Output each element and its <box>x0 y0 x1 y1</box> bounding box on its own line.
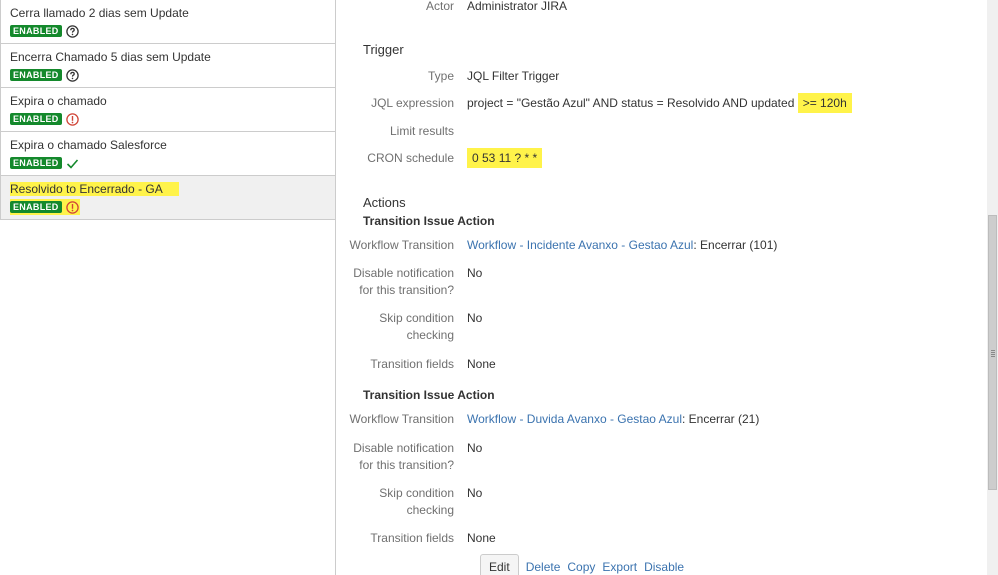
action-title: Transition Issue Action <box>363 388 495 402</box>
status-badge: ENABLED <box>10 69 62 81</box>
skip-condition-value: No <box>467 311 483 325</box>
disable-notification-value: No <box>467 441 483 455</box>
jql-text: project = "Gestão Azul" AND status = Res… <box>467 96 798 110</box>
copy-link[interactable]: Copy <box>567 554 595 575</box>
disable-notification-label: Disable notification for this transition? <box>337 440 467 474</box>
actor-row: Actor Administrator JIRA <box>337 0 567 15</box>
rule-item[interactable]: Expira o chamado ENABLED <box>0 88 335 132</box>
workflow-value: Workflow - Duvida Avanxo - Gestao Azul: … <box>467 411 759 428</box>
highlighted-rule-name: Resolvido to Encerrado - GA <box>10 182 179 196</box>
rule-status: ENABLED <box>10 111 335 127</box>
label-line: Skip condition <box>379 311 454 325</box>
actor-label: Actor <box>425 0 454 13</box>
skip-condition-label: Skip condition checking <box>337 485 467 519</box>
rule-name: Expira o chamado Salesforce <box>10 138 167 152</box>
limit-row: Limit results <box>337 123 467 140</box>
rule-status: ENABLED <box>10 67 335 83</box>
jql-label: JQL expression <box>371 96 454 110</box>
edit-button[interactable]: Edit <box>480 554 519 575</box>
transition-fields-label: Transition fields <box>370 531 454 545</box>
status-badge: ENABLED <box>10 113 62 125</box>
rule-name: Encerra Chamado 5 dias sem Update <box>10 50 211 64</box>
cron-label: CRON schedule <box>367 151 454 165</box>
rule-status: ENABLED <box>10 155 335 171</box>
trigger-type-row: Type JQL Filter Trigger <box>337 68 559 85</box>
rule-detail-panel: Actor Administrator JIRA Trigger Type JQ… <box>337 0 987 575</box>
transition-fields-label: Transition fields <box>370 357 454 371</box>
rule-name: Resolvido to Encerrado - GA <box>10 182 335 197</box>
rule-action-buttons: Edit Delete Copy Export Disable <box>480 554 684 575</box>
jql-value: project = "Gestão Azul" AND status = Res… <box>467 93 852 113</box>
scrollbar-thumb[interactable] <box>988 215 997 490</box>
limit-label: Limit results <box>389 124 454 138</box>
help-icon <box>65 68 79 82</box>
workflow-row: Workflow Transition Workflow - Duvida Av… <box>337 411 760 428</box>
jql-row: JQL expression project = "Gestão Azul" A… <box>337 93 852 113</box>
vertical-scrollbar[interactable] <box>987 0 998 575</box>
actor-value: Administrator JIRA <box>467 0 568 13</box>
workflow-transition: : Encerrar (101) <box>693 238 778 252</box>
disable-notification-row: Disable notification for this transition?… <box>337 440 482 474</box>
transition-fields-value: None <box>467 357 496 371</box>
workflow-transition: : Encerrar (21) <box>682 412 760 426</box>
rule-status: ENABLED <box>10 199 80 215</box>
cron-highlight: 0 53 11 ? * * <box>467 148 543 168</box>
skip-condition-value: No <box>467 486 483 500</box>
rule-item[interactable]: Cerra llamado 2 dias sem Update ENABLED <box>0 0 335 44</box>
workflow-label: Workflow Transition <box>349 412 454 426</box>
label-line: checking <box>406 328 454 342</box>
scrollbar-grip <box>991 350 995 358</box>
disable-notification-label: Disable notification for this transition? <box>337 265 467 299</box>
rule-item[interactable]: Encerra Chamado 5 dias sem Update ENABLE… <box>0 44 335 88</box>
label-line: for this transition? <box>359 283 454 297</box>
label-line: checking <box>406 503 454 517</box>
trigger-heading: Trigger <box>363 42 404 57</box>
jql-highlight: >= 120h <box>797 93 852 113</box>
trigger-type-value: JQL Filter Trigger <box>467 69 560 83</box>
help-icon <box>65 24 79 38</box>
label-line: Skip condition <box>379 486 454 500</box>
transition-fields-value: None <box>467 531 496 545</box>
error-icon <box>65 200 79 214</box>
rule-name: Expira o chamado <box>10 94 107 108</box>
delete-link[interactable]: Delete <box>526 554 561 575</box>
action-title: Transition Issue Action <box>363 214 495 228</box>
cron-value: 0 53 11 ? * * <box>467 148 543 168</box>
skip-condition-row: Skip condition checking No <box>337 310 482 344</box>
actions-heading: Actions <box>363 195 406 210</box>
workflow-link[interactable]: Workflow - Duvida Avanxo - Gestao Azul <box>467 412 682 426</box>
status-badge: ENABLED <box>10 201 62 213</box>
trigger-type-label: Type <box>427 69 454 83</box>
disable-notification-row: Disable notification for this transition?… <box>337 265 482 299</box>
workflow-label: Workflow Transition <box>349 238 454 252</box>
rule-name: Cerra llamado 2 dias sem Update <box>10 6 189 20</box>
label-line: Disable notification <box>353 266 454 280</box>
label-line: for this transition? <box>359 458 454 472</box>
skip-condition-row: Skip condition checking No <box>337 485 482 519</box>
transition-fields-row: Transition fields None <box>337 530 496 547</box>
status-badge: ENABLED <box>10 157 62 169</box>
skip-condition-label: Skip condition checking <box>337 310 467 344</box>
error-icon <box>65 112 79 126</box>
check-icon <box>66 157 79 170</box>
rule-list: Cerra llamado 2 dias sem Update ENABLED … <box>0 0 336 575</box>
disable-link[interactable]: Disable <box>644 554 684 575</box>
rule-item[interactable]: Expira o chamado Salesforce ENABLED <box>0 132 335 176</box>
rule-item-selected[interactable]: Resolvido to Encerrado - GA ENABLED <box>0 176 335 220</box>
workflow-row: Workflow Transition Workflow - Incidente… <box>337 237 778 254</box>
transition-fields-row: Transition fields None <box>337 356 496 373</box>
workflow-value: Workflow - Incidente Avanxo - Gestao Azu… <box>467 237 777 254</box>
export-link[interactable]: Export <box>602 554 637 575</box>
automation-rule-page: Cerra llamado 2 dias sem Update ENABLED … <box>0 0 998 575</box>
status-badge: ENABLED <box>10 25 62 37</box>
workflow-link[interactable]: Workflow - Incidente Avanxo - Gestao Azu… <box>467 238 693 252</box>
label-line: Disable notification <box>353 441 454 455</box>
rule-status: ENABLED <box>10 23 335 39</box>
cron-row: CRON schedule 0 53 11 ? * * <box>337 148 543 168</box>
disable-notification-value: No <box>467 266 483 280</box>
